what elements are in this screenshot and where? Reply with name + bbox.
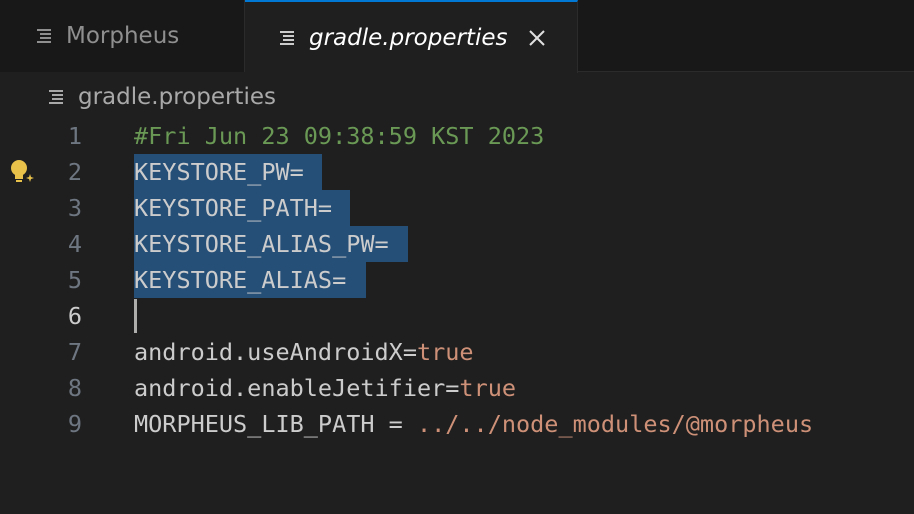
text-cursor bbox=[134, 299, 137, 333]
code-text: KEYSTORE_PATH= bbox=[134, 194, 333, 222]
line-number: 1 bbox=[67, 122, 82, 150]
code-line[interactable]: 8 android.enableJetifier=true bbox=[0, 370, 914, 406]
property-key: MORPHEUS_LIB_PATH = bbox=[134, 410, 417, 438]
code-text: android.enableJetifier=true bbox=[134, 370, 516, 406]
code-editor[interactable]: 1 #Fri Jun 23 09:38:59 KST 2023 2 KEYSTO… bbox=[0, 118, 914, 514]
comment-text: #Fri Jun 23 09:38:59 KST 2023 bbox=[134, 122, 545, 150]
code-line-current[interactable]: 6 bbox=[0, 298, 914, 334]
property-key: android.enableJetifier= bbox=[134, 374, 460, 402]
tab-morpheus[interactable]: Morpheus bbox=[0, 0, 245, 72]
line-number: 3 bbox=[67, 194, 82, 222]
line-number: 4 bbox=[67, 230, 82, 258]
line-number: 2 bbox=[67, 158, 82, 186]
file-lines-icon bbox=[280, 30, 294, 45]
line-number: 9 bbox=[67, 410, 82, 438]
code-line[interactable]: 9 MORPHEUS_LIB_PATH = ../../node_modules… bbox=[0, 406, 914, 442]
code-text: KEYSTORE_ALIAS_PW= bbox=[134, 230, 389, 258]
line-number: 7 bbox=[67, 338, 82, 366]
line-number: 8 bbox=[67, 374, 82, 402]
code-text: MORPHEUS_LIB_PATH = ../../node_modules/@… bbox=[134, 406, 813, 442]
code-line[interactable]: 7 android.useAndroidX=true bbox=[0, 334, 914, 370]
line-number: 6 bbox=[67, 302, 82, 330]
code-line[interactable]: 1 #Fri Jun 23 09:38:59 KST 2023 bbox=[0, 118, 914, 154]
property-value: true bbox=[416, 338, 474, 366]
breadcrumb-file: gradle.properties bbox=[78, 84, 276, 110]
close-icon[interactable] bbox=[527, 28, 547, 48]
code-line[interactable]: 5 KEYSTORE_ALIAS= bbox=[0, 262, 914, 298]
tab-gradle-properties[interactable]: gradle.properties bbox=[245, 0, 578, 73]
code-line[interactable]: 2 KEYSTORE_PW= bbox=[0, 154, 914, 190]
code-text: KEYSTORE_PW= bbox=[134, 158, 304, 186]
property-value: true bbox=[459, 374, 517, 402]
code-text: KEYSTORE_ALIAS= bbox=[134, 266, 347, 294]
property-value: ../../node_modules/@morpheus bbox=[416, 410, 814, 438]
tab-label: Morpheus bbox=[66, 23, 180, 49]
file-lines-icon bbox=[49, 90, 63, 104]
line-number: 5 bbox=[67, 266, 82, 294]
code-line[interactable]: 3 KEYSTORE_PATH= bbox=[0, 190, 914, 226]
code-line[interactable]: 4 KEYSTORE_ALIAS_PW= bbox=[0, 226, 914, 262]
file-lines-icon bbox=[37, 29, 51, 43]
tab-bar: Morpheus gradle.properties bbox=[0, 0, 914, 73]
code-text: android.useAndroidX=true bbox=[134, 334, 474, 370]
breadcrumb[interactable]: gradle.properties bbox=[48, 80, 276, 114]
property-key: android.useAndroidX= bbox=[134, 338, 417, 366]
tab-label: gradle.properties bbox=[309, 24, 508, 51]
